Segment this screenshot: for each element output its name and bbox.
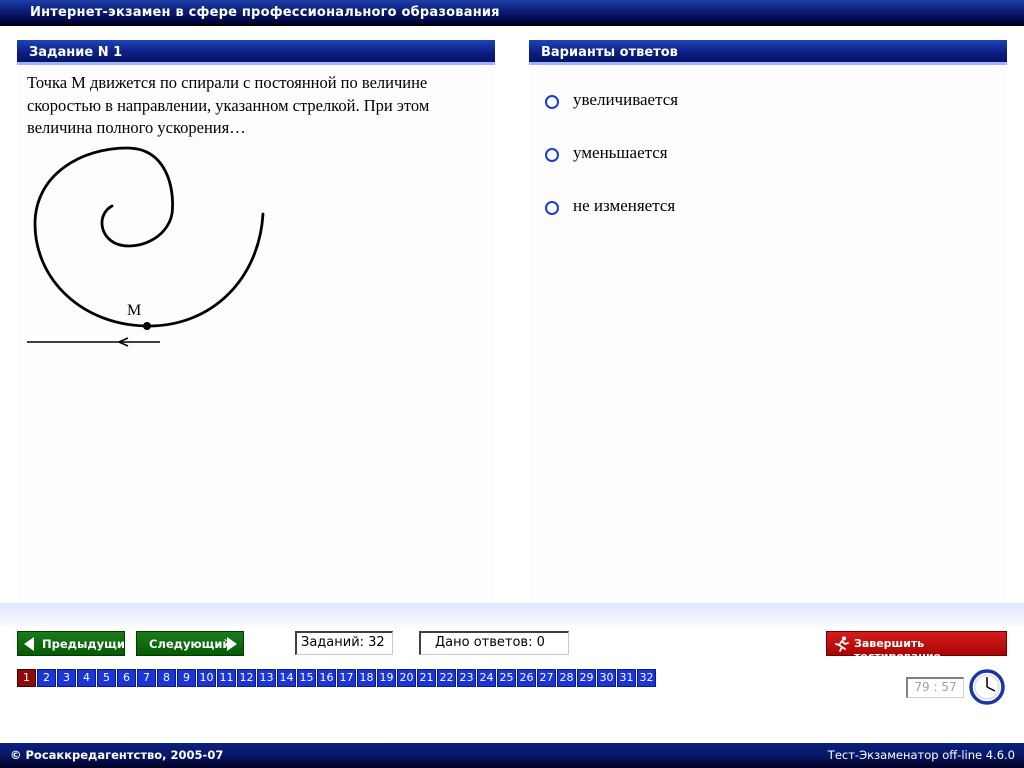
- footer-bar: © Росаккредагентство, 2005-07 Тест-Экзам…: [0, 743, 1024, 768]
- page-button[interactable]: 15: [297, 669, 316, 687]
- page-button[interactable]: 17: [337, 669, 356, 687]
- page-button[interactable]: 13: [257, 669, 276, 687]
- page-button[interactable]: 5: [97, 669, 116, 687]
- question-heading: Задание N 1: [17, 40, 495, 65]
- answer-label: не изменяется: [573, 196, 676, 215]
- title-bar: Интернет-экзамен в сфере профессионально…: [0, 0, 1024, 26]
- page-button[interactable]: 24: [477, 669, 496, 687]
- page-button[interactable]: 8: [157, 669, 176, 687]
- page-button[interactable]: 20: [397, 669, 416, 687]
- triangle-right-icon: [227, 637, 237, 651]
- answer-label: увеличивается: [573, 90, 679, 109]
- page-button[interactable]: 12: [237, 669, 256, 687]
- point-m-label: М: [127, 302, 141, 319]
- page-button[interactable]: 27: [537, 669, 556, 687]
- page-button[interactable]: 30: [597, 669, 616, 687]
- spiral-diagram: М: [27, 146, 265, 347]
- page-button[interactable]: 2: [37, 669, 56, 687]
- radio-button[interactable]: [545, 95, 559, 109]
- answers-panel: Варианты ответов увеличивается уменьшает…: [529, 40, 1007, 600]
- page-button[interactable]: 28: [557, 669, 576, 687]
- answer-option[interactable]: увеличивается: [545, 90, 845, 114]
- page-button[interactable]: 14: [277, 669, 296, 687]
- page-button[interactable]: 7: [137, 669, 156, 687]
- answer-label: уменьшается: [573, 143, 668, 162]
- previous-button[interactable]: Предыдущий: [17, 631, 133, 656]
- page-button[interactable]: 26: [517, 669, 536, 687]
- running-man-icon: [835, 636, 849, 652]
- version-text: Тест-Экзаменатор off-line 4.6.0: [827, 748, 1015, 762]
- page-button[interactable]: 32: [637, 669, 656, 687]
- triangle-left-icon: [24, 637, 34, 651]
- page-button[interactable]: 25: [497, 669, 516, 687]
- previous-label: Предыдущий: [42, 637, 133, 651]
- copyright-text: © Росаккредагентство, 2005-07: [10, 748, 224, 762]
- radio-button[interactable]: [545, 148, 559, 162]
- page-button[interactable]: 9: [177, 669, 196, 687]
- page-button[interactable]: 3: [57, 669, 76, 687]
- finish-test-button[interactable]: Завершить тестирование: [826, 631, 1007, 663]
- page-button[interactable]: 29: [577, 669, 596, 687]
- answered-count: Дано ответов: 0: [419, 631, 569, 655]
- next-label: Следующий: [149, 637, 231, 651]
- next-button[interactable]: Следующий: [136, 631, 244, 656]
- page-button[interactable]: 10: [197, 669, 216, 687]
- question-panel: Задание N 1 Точка М движется по спирали …: [17, 40, 495, 600]
- page-button[interactable]: 21: [417, 669, 436, 687]
- spiral-figure: М: [27, 144, 287, 358]
- spiral-curve: [33, 146, 265, 328]
- tasks-count: Заданий: 32: [295, 631, 393, 655]
- page-button[interactable]: 4: [77, 669, 96, 687]
- timer-display: 79 : 57: [906, 677, 964, 698]
- page-button[interactable]: 19: [377, 669, 396, 687]
- answers-heading: Варианты ответов: [529, 40, 1007, 65]
- page-button[interactable]: 11: [217, 669, 236, 687]
- page-button[interactable]: 31: [617, 669, 636, 687]
- question-text: Точка М движется по спирали с постоянной…: [27, 73, 430, 137]
- app-title: Интернет-экзамен в сфере профессионально…: [30, 5, 500, 20]
- radio-button[interactable]: [545, 201, 559, 215]
- answer-option[interactable]: уменьшается: [545, 143, 845, 167]
- finish-label: Завершить тестирование: [854, 637, 942, 663]
- page-button[interactable]: 1: [17, 669, 36, 687]
- page-button[interactable]: 23: [457, 669, 476, 687]
- page-button[interactable]: 6: [117, 669, 136, 687]
- page-button[interactable]: 18: [357, 669, 376, 687]
- clock-icon: [969, 669, 1005, 705]
- page-button[interactable]: 16: [317, 669, 336, 687]
- point-m-marker: [143, 322, 151, 330]
- answer-option[interactable]: не изменяется: [545, 196, 845, 220]
- page-button[interactable]: 22: [437, 669, 456, 687]
